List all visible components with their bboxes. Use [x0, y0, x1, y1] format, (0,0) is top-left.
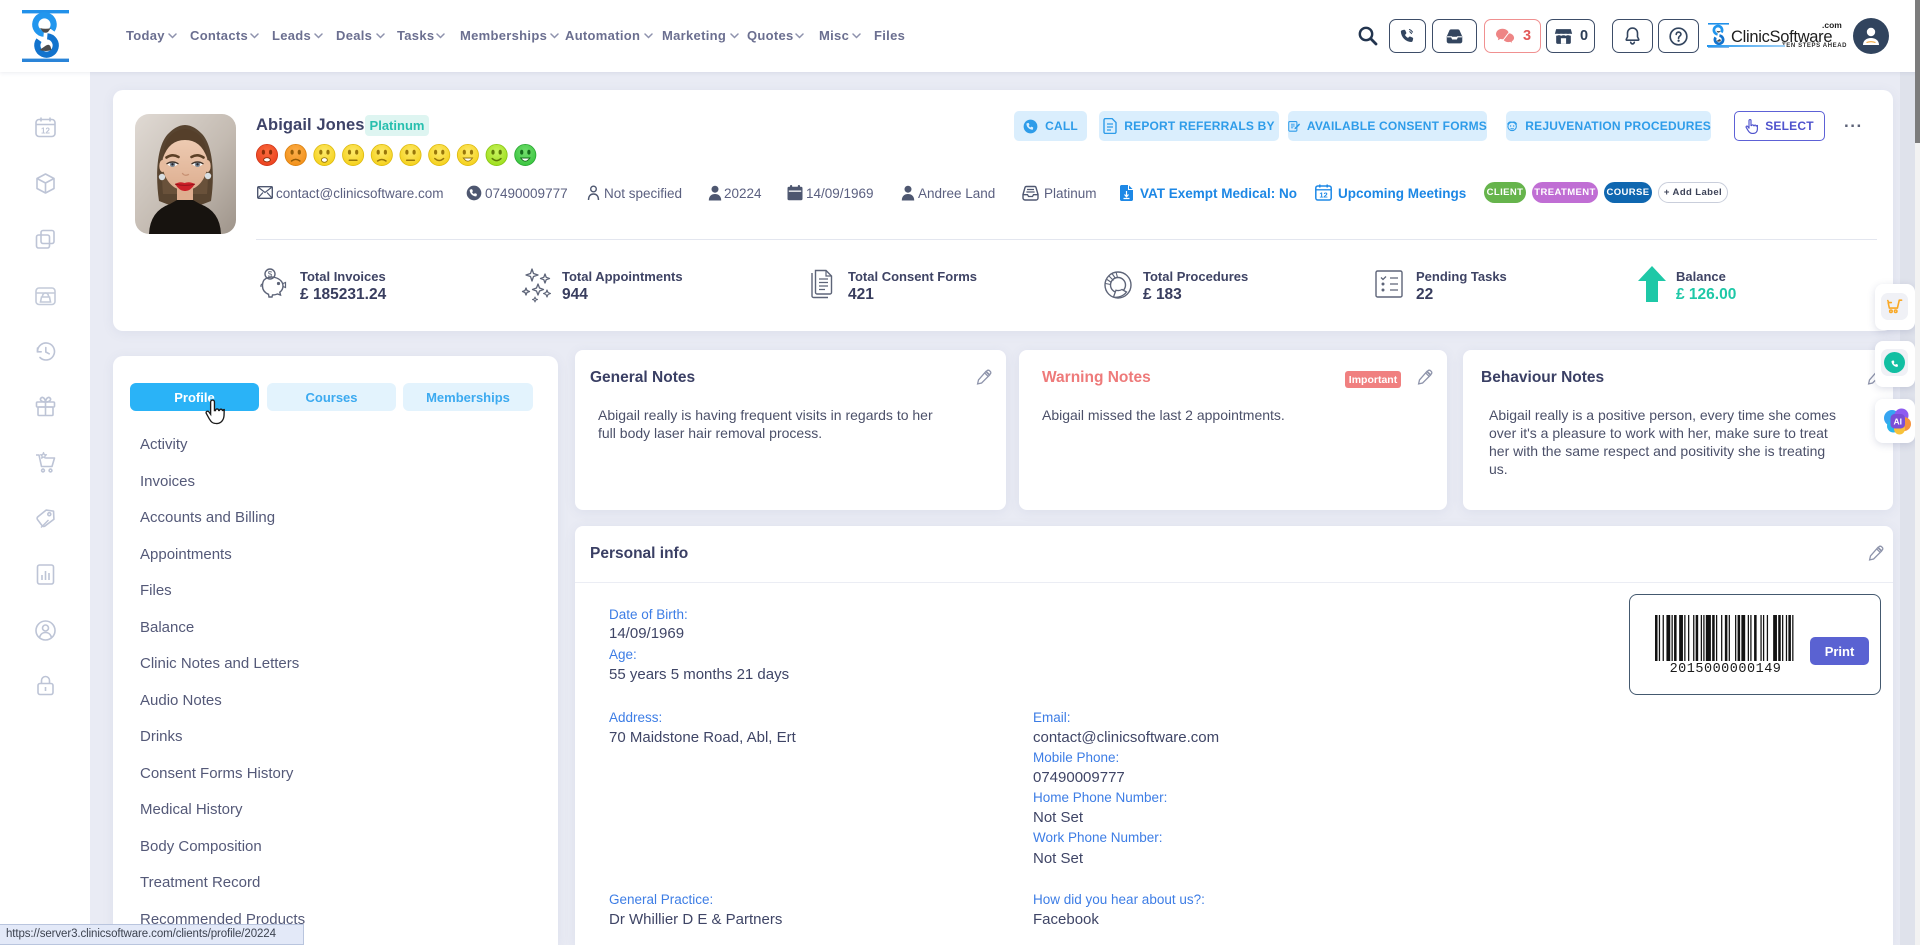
svg-text:12: 12 — [1319, 191, 1327, 200]
svg-text:12: 12 — [41, 127, 50, 136]
svg-text:AI: AI — [1893, 417, 1902, 427]
